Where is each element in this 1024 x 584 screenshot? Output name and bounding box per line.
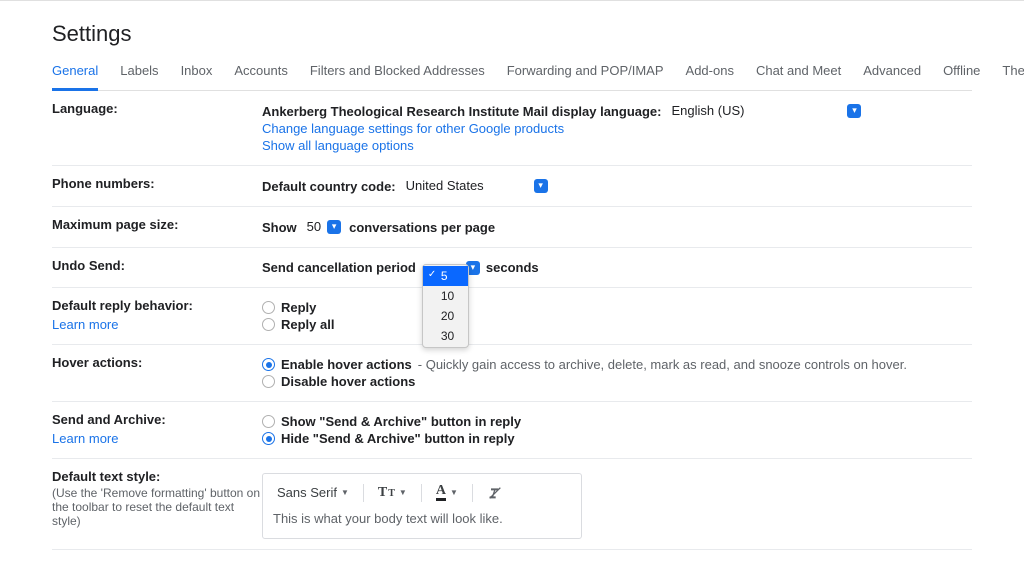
send-archive-label: Send and Archive: (52, 412, 262, 427)
page-title: Settings (52, 21, 972, 47)
chevron-down-icon: ▼ (341, 488, 349, 497)
page-size-show: Show (262, 220, 297, 235)
reply-learn-more-link[interactable]: Learn more (52, 317, 262, 332)
send-archive-learn-more-link[interactable]: Learn more (52, 431, 262, 446)
tab-forwarding-and-pop-imap[interactable]: Forwarding and POP/IMAP (507, 63, 664, 90)
language-select[interactable]: English (US) ▾ (667, 103, 863, 119)
font-value: Sans Serif (277, 485, 337, 500)
country-code-label: Default country code: (262, 179, 396, 194)
send-archive-option-label: Show "Send & Archive" button in reply (281, 414, 521, 429)
tab-add-ons[interactable]: Add-ons (686, 63, 734, 90)
tab-general[interactable]: General (52, 63, 98, 91)
tab-offline[interactable]: Offline (943, 63, 980, 90)
send-archive-option-label: Hide "Send & Archive" button in reply (281, 431, 515, 446)
undo-seconds-label: seconds (486, 260, 539, 275)
tab-inbox[interactable]: Inbox (181, 63, 213, 90)
page-size-value: 50 (307, 219, 321, 234)
undo-option-5[interactable]: 5 (423, 266, 468, 286)
hover-option-label: Disable hover actions (281, 374, 415, 389)
hover-radio-1[interactable] (262, 375, 275, 388)
undo-option-30[interactable]: 30 (423, 326, 468, 346)
text-size-icon: TT (378, 485, 395, 501)
country-code-value: United States (406, 178, 484, 193)
tab-chat-and-meet[interactable]: Chat and Meet (756, 63, 841, 90)
send-archive-radio-0[interactable] (262, 415, 275, 428)
language-label: Language: (52, 101, 118, 116)
undo-seconds-dropdown[interactable]: 5102030 (422, 264, 469, 348)
tab-themes[interactable]: Themes (1002, 63, 1024, 90)
reply-radio-1[interactable] (262, 318, 275, 331)
remove-formatting-tool[interactable] (483, 483, 507, 503)
chevron-down-icon: ▾ (327, 220, 341, 234)
font-select[interactable]: Sans Serif ▼ (273, 483, 353, 502)
tab-filters-and-blocked-addresses[interactable]: Filters and Blocked Addresses (310, 63, 485, 90)
hover-option-label: Enable hover actions (281, 357, 412, 372)
page-size-label: Maximum page size: (52, 217, 178, 232)
send-archive-radio-1[interactable] (262, 432, 275, 445)
reply-behavior-label: Default reply behavior: (52, 298, 262, 313)
tab-accounts[interactable]: Accounts (234, 63, 287, 90)
chevron-down-icon: ▼ (399, 488, 407, 497)
text-style-box: Sans Serif ▼ TT ▼ A ▼ (262, 473, 582, 539)
language-select-value: English (US) (671, 103, 744, 118)
tab-labels[interactable]: Labels (120, 63, 158, 90)
text-style-preview: This is what your body text will look li… (263, 511, 581, 538)
text-style-hint: (Use the 'Remove formatting' button on t… (52, 486, 262, 528)
page-size-suffix: conversations per page (349, 220, 495, 235)
reply-option-label: Reply all (281, 317, 334, 332)
chevron-down-icon: ▼ (450, 488, 458, 497)
separator (421, 484, 422, 502)
text-color-icon: A (436, 484, 446, 501)
reply-radio-0[interactable] (262, 301, 275, 314)
undo-option-20[interactable]: 20 (423, 306, 468, 326)
phone-label: Phone numbers: (52, 176, 155, 191)
show-all-language-link[interactable]: Show all language options (262, 138, 414, 153)
change-language-link[interactable]: Change language settings for other Googl… (262, 121, 564, 136)
separator (363, 484, 364, 502)
chevron-down-icon: ▾ (847, 104, 861, 118)
remove-formatting-icon (487, 485, 503, 501)
chevron-down-icon: ▾ (534, 179, 548, 193)
page-size-select[interactable]: 50 ▾ (303, 219, 343, 235)
reply-option-label: Reply (281, 300, 316, 315)
text-style-label: Default text style: (52, 469, 262, 484)
tab-advanced[interactable]: Advanced (863, 63, 921, 90)
undo-send-label: Undo Send: (52, 258, 125, 273)
hover-radio-0[interactable] (262, 358, 275, 371)
display-language-label: Ankerberg Theological Research Institute… (262, 104, 661, 119)
undo-period-label: Send cancellation period (262, 260, 416, 275)
settings-tabs: General Labels Inbox Accounts Filters and Bl… (52, 63, 972, 91)
separator (472, 484, 473, 502)
undo-option-10[interactable]: 10 (423, 286, 468, 306)
text-color-tool[interactable]: A ▼ (432, 482, 462, 503)
hover-actions-label: Hover actions: (52, 355, 142, 370)
country-code-select[interactable]: United States ▾ (402, 178, 550, 194)
text-size-tool[interactable]: TT ▼ (374, 483, 411, 503)
